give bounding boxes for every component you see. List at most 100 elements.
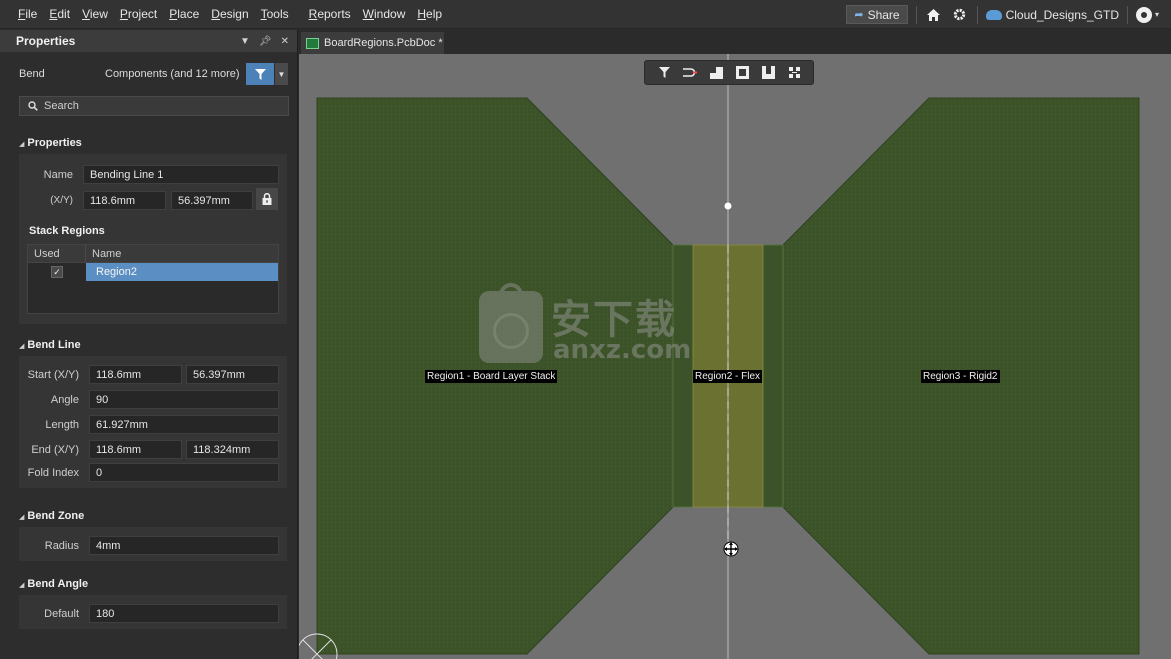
- section-title: Properties: [27, 137, 82, 149]
- menu-tools[interactable]: Tools: [255, 0, 295, 29]
- lock-icon: [262, 193, 272, 205]
- default-angle-field[interactable]: 180: [89, 604, 279, 623]
- xy-label: (X/Y): [50, 195, 73, 206]
- region-name-cell[interactable]: Region2: [86, 263, 278, 281]
- menu-place[interactable]: Place: [163, 0, 205, 29]
- menu-project[interactable]: Project: [114, 0, 163, 29]
- menu-edit[interactable]: Edit: [43, 0, 76, 29]
- chevron-down-icon: ▾: [1154, 10, 1159, 19]
- share-label: Share: [867, 7, 900, 22]
- filter-button[interactable]: [246, 63, 274, 85]
- board-drawing: [299, 54, 1140, 659]
- radius-field[interactable]: 4mm: [89, 536, 279, 555]
- menu-design[interactable]: Design: [205, 0, 254, 29]
- menu-window[interactable]: Window: [357, 0, 412, 29]
- length-label: Length: [45, 419, 79, 431]
- toolbar-separator: [976, 5, 978, 24]
- panel-header: Properties ▼ 📌︎ ✕: [0, 30, 297, 52]
- panel-controls: ▼ 📌︎ ✕: [240, 36, 289, 47]
- used-cell: ✓: [28, 263, 86, 281]
- section-bend-angle[interactable]: ◢ Bend Angle: [19, 578, 88, 590]
- collapse-triangle-icon: ◢: [19, 343, 25, 350]
- menu-view[interactable]: View: [76, 0, 114, 29]
- angle-field[interactable]: 90: [89, 390, 279, 409]
- region3-label: Region3 - Rigid2: [921, 370, 1000, 383]
- pin-icon[interactable]: 📌︎: [259, 36, 272, 47]
- filter-tool-icon[interactable]: [656, 64, 673, 81]
- watermark-bag-icon: [479, 283, 543, 363]
- board-shape-icon[interactable]: [734, 64, 751, 81]
- toolbar-separator: [915, 5, 917, 24]
- collapse-triangle-icon: ◢: [19, 514, 25, 521]
- table-row[interactable]: ✓ Region2: [28, 263, 278, 281]
- object-type-label: Bend: [19, 68, 45, 80]
- end-label: End (X/Y): [31, 444, 79, 456]
- gear-icon[interactable]: [951, 6, 969, 24]
- canvas-toolbar: [644, 60, 814, 85]
- search-placeholder: Search: [44, 100, 79, 112]
- fold-index-label: Fold Index: [27, 467, 79, 479]
- column-name[interactable]: Name: [86, 245, 127, 262]
- search-input[interactable]: Search: [19, 96, 289, 116]
- column-used[interactable]: Used: [28, 245, 86, 262]
- pcb-canvas[interactable]: Region1 - Board Layer Stack Region2 - Fl…: [299, 54, 1171, 659]
- section-bend-line[interactable]: ◢ Bend Line: [19, 339, 81, 351]
- section-bend-zone[interactable]: ◢ Bend Zone: [19, 510, 84, 522]
- start-x-field[interactable]: 118.6mm: [89, 365, 182, 384]
- default-angle-label: Default: [44, 608, 79, 620]
- region2-label: Region2 - Flex: [693, 370, 763, 383]
- section-properties[interactable]: ◢ Properties: [19, 137, 82, 149]
- main-menu: File Edit View Project Place Design Tool…: [0, 0, 448, 29]
- used-checkbox[interactable]: ✓: [51, 266, 63, 278]
- chevron-down-icon: ▼: [277, 69, 286, 79]
- split-region-icon[interactable]: [760, 64, 777, 81]
- end-x-field[interactable]: 118.6mm: [89, 440, 182, 459]
- bend-line-handle: [724, 202, 732, 210]
- filter-dropdown-button[interactable]: ▼: [275, 63, 288, 85]
- tab-boardregions[interactable]: BoardRegions.PcbDoc *: [301, 32, 444, 54]
- home-icon[interactable]: [925, 6, 943, 24]
- region1-label: Region1 - Board Layer Stack: [425, 370, 558, 383]
- name-field[interactable]: Bending Line 1: [83, 165, 279, 184]
- x-field[interactable]: 118.6mm: [83, 191, 166, 210]
- menu-file[interactable]: File: [12, 0, 43, 29]
- end-y-field[interactable]: 118.324mm: [186, 440, 279, 459]
- workspace-selector[interactable]: Cloud_Designs_GTD: [985, 7, 1119, 22]
- collapse-triangle-icon: ◢: [19, 141, 25, 148]
- angle-label: Angle: [50, 394, 79, 406]
- tab-label: BoardRegions.PcbDoc *: [324, 37, 443, 49]
- workspace-name: Cloud_Designs_GTD: [1005, 7, 1119, 22]
- share-icon: ➦: [854, 9, 864, 21]
- menu-bar: File Edit View Project Place Design Tool…: [0, 0, 1171, 29]
- y-field[interactable]: 56.397mm: [171, 191, 253, 210]
- start-y-field[interactable]: 56.397mm: [186, 365, 279, 384]
- properties-panel: Properties ▼ 📌︎ ✕ Bend Components (and 1…: [0, 30, 298, 659]
- pcb-document-icon: [306, 37, 319, 49]
- lock-button[interactable]: [256, 188, 278, 210]
- length-field[interactable]: 61.927mm: [89, 415, 279, 434]
- watermark-url: anxz.com: [553, 335, 692, 365]
- close-icon[interactable]: ✕: [281, 36, 289, 47]
- fold-index-field[interactable]: 0: [89, 463, 279, 482]
- place-region-icon[interactable]: [708, 64, 725, 81]
- grid-header: Used Name: [28, 245, 278, 263]
- start-label: Start (X/Y): [27, 369, 79, 381]
- route-tool-icon[interactable]: [682, 64, 699, 81]
- panel-menu-icon[interactable]: ▼: [240, 36, 250, 47]
- menu-help[interactable]: Help: [411, 0, 448, 29]
- toolbar-separator: [1126, 5, 1128, 24]
- section-title: Bend Angle: [27, 578, 89, 590]
- topbar-right: ➦ Share Cloud_Designs_GTD ▾: [846, 0, 1159, 29]
- user-menu[interactable]: ▾: [1135, 6, 1159, 23]
- menu-reports[interactable]: Reports: [303, 0, 357, 29]
- panel-title: Properties: [16, 34, 76, 48]
- share-button[interactable]: ➦ Share: [846, 5, 908, 24]
- avatar: [1135, 6, 1152, 23]
- search-icon: [28, 101, 38, 111]
- bend-line-tool-icon[interactable]: [786, 64, 803, 81]
- object-filter-row: Bend Components (and 12 more) ▼: [0, 63, 298, 85]
- section-title: Bend Line: [27, 339, 81, 351]
- move-cursor-icon: [723, 541, 739, 557]
- section-title: Bend Zone: [27, 510, 85, 522]
- radius-label: Radius: [44, 540, 79, 552]
